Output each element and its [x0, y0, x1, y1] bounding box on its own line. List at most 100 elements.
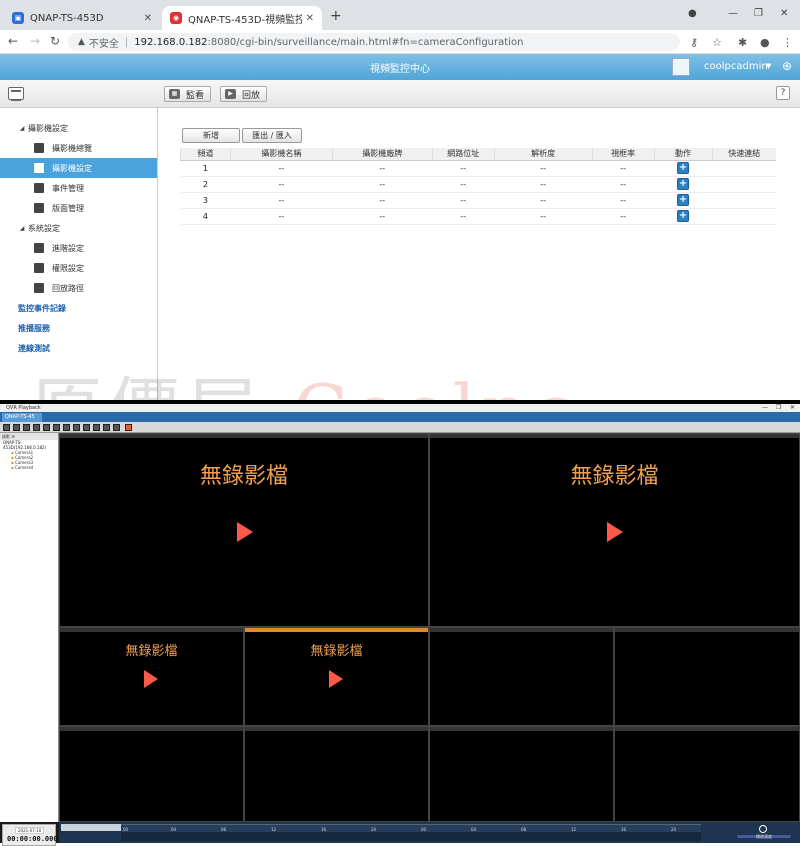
sidebar-item-advanced[interactable]: 進階設定 — [0, 238, 157, 258]
tree-server-node[interactable]: QNAP-TS-453D(192.168.0.182) — [3, 440, 58, 450]
sidebar-item-privilege[interactable]: 權限設定 — [0, 258, 157, 278]
table-row[interactable]: 4 -- -- -- -- -- + — [180, 208, 776, 225]
layout-6-icon[interactable] — [23, 424, 30, 431]
add-camera-button[interactable]: 新增 — [182, 128, 240, 143]
layout-10-icon[interactable] — [53, 424, 60, 431]
layout-4-icon[interactable] — [13, 424, 20, 431]
sidebar-item-playback-path[interactable]: 回放路徑 — [0, 278, 157, 298]
language-globe-icon[interactable]: ⊕ — [782, 59, 792, 73]
playback-button[interactable]: ▶ 回放 — [220, 86, 268, 102]
add-plus-icon[interactable]: + — [677, 194, 690, 206]
browser-tab-2[interactable]: ◉ QNAP-TS-453D-視頻監控中心 ✕ — [162, 6, 322, 30]
minimize-icon[interactable]: — — [728, 8, 738, 19]
user-avatar-icon[interactable] — [672, 58, 690, 76]
play-icon[interactable] — [144, 670, 158, 688]
user-menu-chevron-icon[interactable]: ▼ — [766, 62, 771, 70]
close-window-icon[interactable]: ✕ — [780, 8, 788, 19]
add-plus-icon[interactable]: + — [677, 162, 690, 174]
maximize-icon[interactable]: ❐ — [754, 8, 763, 19]
qvr-minimize-icon[interactable]: — — [762, 404, 768, 412]
toggle-menu-icon[interactable] — [8, 87, 24, 101]
add-plus-icon[interactable]: + — [677, 210, 690, 222]
record-icon[interactable] — [125, 424, 132, 431]
column-header[interactable]: 視框率 — [591, 148, 655, 161]
table-row[interactable]: 3 -- -- -- -- -- + — [180, 192, 776, 209]
qvr-maximize-icon[interactable]: ❐ — [776, 404, 781, 412]
new-tab-icon[interactable]: + — [330, 8, 342, 24]
sidebar-item-camera-overview[interactable]: 攝影機總覽 — [0, 138, 157, 158]
play-icon[interactable] — [607, 522, 623, 542]
back-icon[interactable]: ← — [8, 34, 18, 48]
column-header: 動作 — [653, 148, 712, 161]
sequence-icon[interactable] — [83, 424, 90, 431]
video-cell-3[interactable]: 無錄影檔 — [59, 627, 244, 726]
video-cell-1[interactable]: 無錄影檔 — [59, 433, 429, 627]
timeline-ruler[interactable]: 00 04 08 12 16 20 00 04 08 12 16 20 — [121, 824, 701, 832]
quicklink-cell — [712, 192, 776, 209]
bookmark-star-icon[interactable]: ☆ — [712, 36, 722, 49]
warning-icon[interactable]: ▲ — [78, 37, 85, 47]
username[interactable]: coolpcadmin — [704, 61, 768, 72]
export-icon[interactable] — [113, 424, 120, 431]
extensions-icon[interactable]: ✱ — [738, 36, 747, 49]
close-tab-icon[interactable]: ✕ — [144, 13, 152, 24]
table-row[interactable]: 1 -- -- -- -- -- + — [180, 160, 776, 177]
reload-icon[interactable]: ↻ — [50, 34, 60, 48]
sidebar-item-label: 權限設定 — [52, 263, 84, 273]
layout-16-icon[interactable] — [73, 424, 80, 431]
monitor-button[interactable]: ▦ 監看 — [164, 86, 212, 102]
tree-camera-node[interactable]: Camera4 — [3, 465, 58, 470]
layout-1-icon[interactable] — [3, 424, 10, 431]
forward-icon[interactable]: → — [30, 34, 40, 48]
playback-date[interactable]: 2021-07-10 — [15, 827, 45, 834]
browser-tab-1[interactable]: ▣ QNAP-TS-453D ✕ — [4, 6, 160, 30]
play-icon[interactable] — [237, 522, 253, 542]
video-cell-5[interactable] — [429, 627, 614, 726]
sidebar-item-camera-settings[interactable]: 攝影機設定 — [0, 158, 157, 178]
sidebar-item-layout-management[interactable]: 版面管理 — [0, 198, 157, 218]
video-cell-6[interactable] — [614, 627, 800, 726]
column-header[interactable]: 網路位址 — [431, 148, 495, 161]
video-cell-2[interactable]: 無錄影檔 — [429, 433, 800, 627]
qvr-close-icon[interactable]: ✕ — [790, 404, 795, 412]
video-cell-8[interactable] — [244, 726, 429, 822]
sidebar-group-camera[interactable]: ◢ 攝影機設定 — [0, 118, 157, 138]
qvr-server-tab[interactable]: QNAP-TS-45 — [2, 413, 42, 422]
speed-dial-icon[interactable] — [759, 825, 767, 833]
close-tab-icon[interactable]: ✕ — [306, 13, 314, 24]
layout-8-icon[interactable] — [33, 424, 40, 431]
profile-icon[interactable]: ● — [760, 36, 770, 49]
play-icon[interactable] — [329, 670, 343, 688]
video-cell-10[interactable] — [614, 726, 800, 822]
table-row[interactable]: 2 -- -- -- -- -- + — [180, 176, 776, 193]
url-field[interactable]: ▲ 不安全 | 192.168.0.182 :8080/cgi-bin/surv… — [68, 33, 680, 51]
layout-9-icon[interactable] — [43, 424, 50, 431]
sidebar-link-event-log[interactable]: 監控事件記錄 — [0, 298, 157, 318]
tab-search-icon[interactable]: ● — [688, 8, 697, 19]
snapshot-icon[interactable] — [103, 424, 110, 431]
help-button[interactable]: ? — [776, 86, 790, 100]
video-cell-9[interactable] — [429, 726, 614, 822]
menu-dots-icon[interactable]: ⋮ — [782, 36, 793, 49]
qvr-window-title: QVR Playback — [6, 405, 41, 411]
playback-icon: ▶ — [225, 89, 236, 99]
add-plus-icon[interactable]: + — [677, 178, 690, 190]
layout-13-icon[interactable] — [63, 424, 70, 431]
playback-speed-control[interactable]: 播放速度 — [731, 825, 797, 839]
sidebar-item-event-management[interactable]: 事件管理 — [0, 178, 157, 198]
fullscreen-icon[interactable] — [93, 424, 100, 431]
column-header[interactable]: 頻道 — [180, 148, 231, 161]
sidebar-group-system[interactable]: ◢ 系統設定 — [0, 218, 157, 238]
video-cell-4[interactable]: 無錄影檔 — [244, 627, 429, 726]
sidebar-link-push-service[interactable]: 推播服務 — [0, 318, 157, 338]
column-header[interactable]: 解析度 — [493, 148, 593, 161]
column-header[interactable]: 攝影機名稱 — [229, 148, 333, 161]
column-header[interactable]: 攝影機廠牌 — [331, 148, 433, 161]
video-cell-7[interactable] — [59, 726, 244, 822]
browser-tab-bar: ▣ QNAP-TS-453D ✕ ◉ QNAP-TS-453D-視頻監控中心 ✕… — [0, 0, 800, 30]
timeline-controls[interactable] — [61, 824, 121, 831]
import-export-button[interactable]: 匯出 / 匯入 — [242, 128, 302, 143]
app-toolbar: ▦ 監看 ▶ 回放 ? — [0, 80, 800, 108]
timeline-track[interactable] — [121, 832, 701, 841]
key-icon[interactable]: ⚷ — [690, 36, 698, 49]
